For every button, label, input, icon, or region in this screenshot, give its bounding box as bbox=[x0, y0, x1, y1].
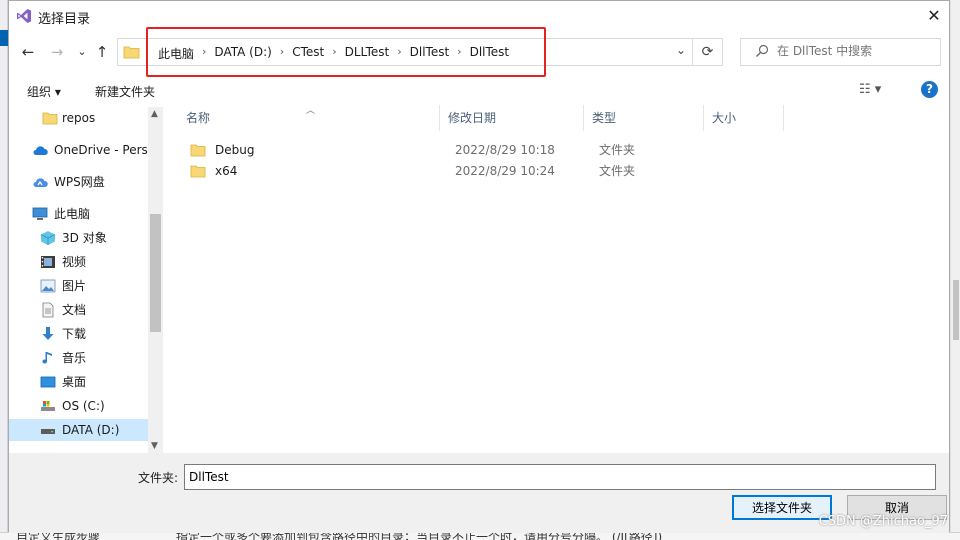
nav-item-documents[interactable]: 文档 bbox=[9, 299, 148, 321]
forward-button[interactable]: → bbox=[47, 42, 67, 62]
desktop-icon bbox=[40, 376, 56, 388]
wps-cloud-icon bbox=[33, 178, 48, 187]
file-date: 2022/8/29 10:24 bbox=[455, 164, 555, 178]
nav-item-label: OS (C:) bbox=[62, 399, 105, 413]
file-type: 文件夹 bbox=[599, 143, 636, 157]
nav-item-music[interactable]: 音乐 bbox=[9, 347, 148, 369]
nav-item-downloads[interactable]: 下载 bbox=[9, 323, 148, 345]
folder-icon bbox=[190, 144, 206, 157]
folder-name-input[interactable] bbox=[184, 464, 936, 490]
computer-icon bbox=[32, 207, 48, 220]
background-scrollbar-thumb bbox=[953, 280, 959, 340]
change-view-button[interactable]: ☷ ▾ bbox=[859, 82, 881, 97]
nav-item-repos[interactable]: repos bbox=[9, 107, 148, 129]
nav-item-label: 3D 对象 bbox=[62, 231, 107, 245]
nav-item-desktop[interactable]: 桌面 bbox=[9, 371, 148, 393]
nav-item-label: OneDrive - Personal bbox=[54, 143, 148, 157]
csdn-watermark: CSDN @Zhichao_97 bbox=[818, 514, 948, 529]
navigation-row: ← → ⌄ ↑ 此电脑 › DATA (D:) › CTest › DLLTes… bbox=[9, 27, 949, 77]
help-icon[interactable]: ? bbox=[921, 81, 938, 98]
nav-item-label: 文档 bbox=[62, 303, 87, 317]
command-bar: 组织 ▾ 新建文件夹 ☷ ▾ ? bbox=[9, 77, 949, 105]
video-icon bbox=[41, 256, 55, 268]
organize-menu-button[interactable]: 组织 ▾ bbox=[27, 83, 61, 100]
nav-item-label: repos bbox=[62, 111, 96, 125]
dialog-footer: 文件夹: 选择文件夹 取消 bbox=[9, 453, 949, 533]
nav-item-3d-objects[interactable]: 3D 对象 bbox=[9, 227, 148, 249]
scrollbar-thumb[interactable] bbox=[150, 214, 161, 332]
sort-ascending-icon: ︿ bbox=[306, 106, 316, 116]
nav-item-data-d[interactable]: DATA (D:) bbox=[9, 419, 148, 441]
document-icon bbox=[42, 302, 54, 318]
music-icon bbox=[42, 352, 52, 364]
file-name: Debug bbox=[215, 143, 255, 157]
column-header-type[interactable]: 类型 bbox=[584, 105, 704, 131]
folder-icon bbox=[190, 165, 206, 178]
nav-item-label: 图片 bbox=[62, 279, 87, 293]
refresh-button[interactable]: ⟳ bbox=[692, 39, 722, 65]
drive-icon bbox=[41, 401, 55, 411]
nav-item-label: 此电脑 bbox=[54, 207, 91, 221]
column-header-date[interactable]: 修改日期 bbox=[440, 105, 584, 131]
scroll-down-icon[interactable]: ▼ bbox=[151, 441, 158, 451]
up-button[interactable]: ↑ bbox=[92, 42, 112, 62]
select-directory-dialog: 选择目录 ✕ ← → ⌄ ↑ 此电脑 › DATA (D:) › CTest ›… bbox=[8, 0, 950, 533]
file-name: x64 bbox=[215, 164, 238, 178]
search-box[interactable] bbox=[740, 38, 941, 66]
file-list: 名称 ︿ 修改日期 类型 大小 Debug 2022/8/29 10:18 文件… bbox=[163, 105, 949, 453]
navigation-pane: repos OneDrive - Personal WPS网盘 此电脑 3D 对… bbox=[9, 107, 163, 453]
nav-item-wps-cloud[interactable]: WPS网盘 bbox=[9, 171, 148, 193]
background-selection-marker bbox=[0, 30, 8, 46]
download-icon bbox=[42, 327, 54, 340]
nav-item-label: 下载 bbox=[62, 327, 87, 341]
search-icon bbox=[756, 44, 769, 57]
nav-item-label: 视频 bbox=[62, 255, 87, 269]
nav-item-label: WPS网盘 bbox=[54, 175, 105, 189]
nav-item-label: DATA (D:) bbox=[62, 423, 120, 437]
file-row-debug[interactable]: Debug 2022/8/29 10:18 文件夹 bbox=[178, 139, 948, 161]
red-annotation-box bbox=[146, 27, 546, 77]
column-header-size[interactable]: 大小 bbox=[704, 105, 784, 131]
select-folder-button[interactable]: 选择文件夹 bbox=[732, 495, 832, 520]
background-description-text: 指定一个或多个要添加到包含路径中的目录；当目录不止一个时，请用分号分隔。 (/I… bbox=[176, 532, 663, 540]
back-button[interactable]: ← bbox=[18, 42, 38, 62]
folder-icon bbox=[123, 46, 140, 59]
address-history-dropdown-icon[interactable]: ⌄ bbox=[676, 43, 686, 57]
nav-item-pictures[interactable]: 图片 bbox=[9, 275, 148, 297]
drive-icon bbox=[41, 429, 55, 434]
recent-locations-button[interactable]: ⌄ bbox=[72, 42, 92, 62]
nav-item-os-c[interactable]: OS (C:) bbox=[9, 395, 148, 417]
file-row-x64[interactable]: x64 2022/8/29 10:24 文件夹 bbox=[178, 160, 948, 182]
file-type: 文件夹 bbox=[599, 164, 636, 178]
file-date: 2022/8/29 10:18 bbox=[455, 143, 555, 157]
nav-item-this-pc[interactable]: 此电脑 bbox=[9, 203, 148, 225]
folder-icon bbox=[42, 112, 58, 125]
background-tree-item: 自定义生成步骤 bbox=[16, 532, 101, 540]
navigation-pane-scrollbar[interactable]: ▲ ▼ bbox=[148, 107, 163, 453]
nav-item-label: 桌面 bbox=[62, 375, 87, 389]
background-window-left-edge bbox=[0, 0, 8, 540]
background-property-description: 自定义生成步骤 指定一个或多个要添加到包含路径中的目录；当目录不止一个时，请用分… bbox=[0, 532, 960, 540]
background-window-right-edge bbox=[950, 0, 960, 532]
cloud-icon bbox=[33, 146, 48, 155]
cube-icon bbox=[40, 231, 56, 245]
visual-studio-icon bbox=[17, 9, 31, 23]
dialog-title: 选择目录 bbox=[38, 12, 91, 27]
scroll-up-icon[interactable]: ▲ bbox=[151, 109, 158, 119]
picture-icon bbox=[40, 279, 56, 293]
search-input[interactable] bbox=[777, 44, 932, 58]
nav-item-label: 音乐 bbox=[62, 351, 87, 365]
folder-label: 文件夹: bbox=[138, 471, 179, 485]
nav-item-onedrive[interactable]: OneDrive - Personal bbox=[9, 139, 148, 161]
nav-item-videos[interactable]: 视频 bbox=[9, 251, 148, 273]
new-folder-button[interactable]: 新建文件夹 bbox=[95, 83, 155, 100]
close-button[interactable]: ✕ bbox=[919, 1, 949, 31]
